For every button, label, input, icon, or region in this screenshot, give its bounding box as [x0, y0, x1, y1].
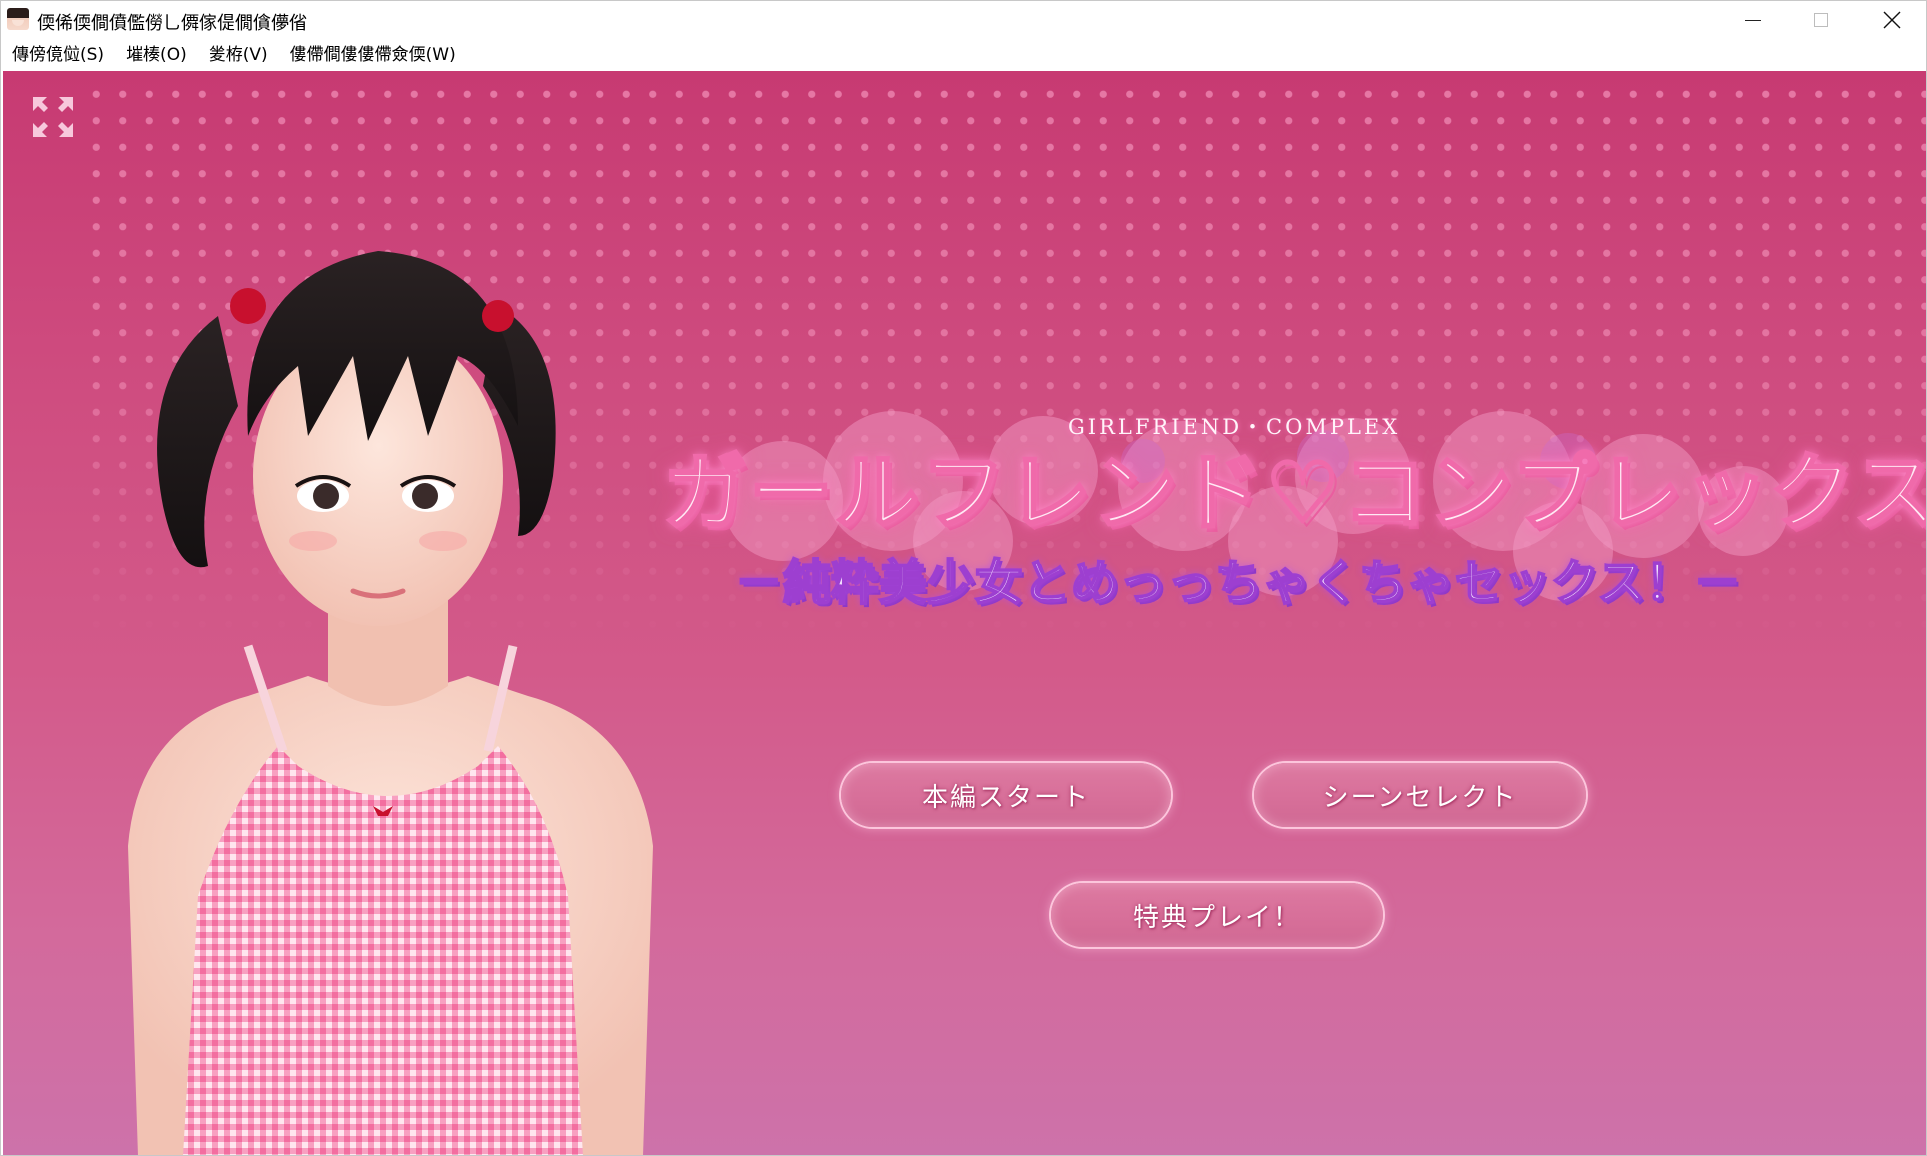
- app-icon: [7, 8, 29, 30]
- scene-select-button[interactable]: シーンセレクト: [1254, 763, 1586, 827]
- menu-item-window[interactable]: 僂僀僴僂僂僀僉偄(W): [279, 39, 467, 71]
- close-icon: [1883, 11, 1901, 29]
- close-button[interactable]: [1858, 1, 1926, 39]
- fullscreen-toggle-icon[interactable]: [31, 95, 75, 139]
- menu-bar: 傳傍傹傡(S) 墔楱(O) 夎栫(V) 僂僀僴僂僂僀僉偄(W): [1, 39, 1926, 71]
- title-bar[interactable]: 偄俙偄僴僨儖僗乚僲傢偍僩僋儚偗: [1, 1, 1926, 39]
- maximize-icon: [1814, 13, 1828, 27]
- game-window: 偄俙偄僴僨儖僗乚僲傢偍僩僋儚偗 傳傍傹傡(S) 墔楱(O) 夎栫(V) 僂僀僴僂…: [0, 0, 1927, 1156]
- menu-item-view[interactable]: 夎栫(V): [198, 39, 279, 71]
- menu-item-options[interactable]: 墔楱(O): [115, 39, 198, 71]
- character-illustration: [128, 251, 653, 1155]
- start-game-button[interactable]: 本編スタート: [841, 763, 1171, 827]
- window-title: 偄俙偄僴僨儖僗乚僲傢偍僩僋儚偗: [37, 13, 307, 34]
- minimize-icon: [1745, 19, 1761, 21]
- menu-item-system[interactable]: 傳傍傹傡(S): [1, 39, 115, 71]
- maximize-button[interactable]: [1787, 1, 1855, 39]
- game-screen: GIRLFRIEND・COMPLEX ガールフレンド♡コンプレックス －純粋美少…: [3, 71, 1926, 1155]
- minimize-button[interactable]: [1719, 1, 1787, 39]
- logo-title: ガールフレンド♡コンプレックス: [662, 443, 1927, 544]
- logo-tagline: －純粋美少女とめっっちゃくちゃセックス！－: [734, 554, 1743, 612]
- logo-subtitle: GIRLFRIEND・COMPLEX: [1068, 415, 1401, 439]
- bonus-play-button[interactable]: 特典プレイ！: [1051, 883, 1383, 947]
